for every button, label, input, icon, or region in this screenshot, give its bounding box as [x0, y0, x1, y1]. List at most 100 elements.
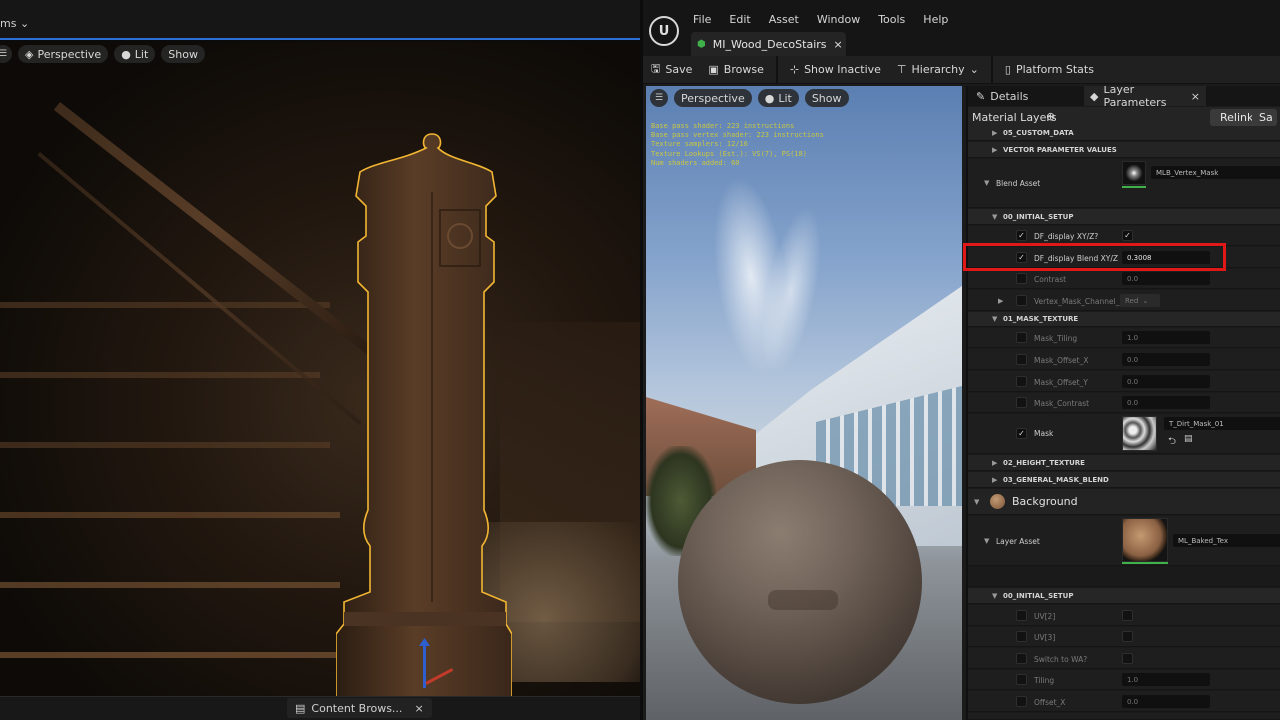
menu-help[interactable]: Help: [923, 13, 948, 26]
mask-offset-y-input[interactable]: 0.0: [1122, 375, 1210, 388]
mask-tiling-input[interactable]: 1.0: [1122, 331, 1210, 344]
material-instance-icon: ⬢: [697, 38, 706, 50]
asset-tab[interactable]: ⬢ MI_Wood_DecoStairs ×: [691, 32, 846, 56]
newel-post-selected[interactable]: [336, 132, 512, 696]
mask-texture-picker[interactable]: T_Dirt_Mask_01: [1164, 417, 1280, 430]
mask-offset-x-input[interactable]: 0.0: [1122, 353, 1210, 366]
override-checkbox[interactable]: [1016, 295, 1027, 306]
category-mask-texture[interactable]: ▼ 01_MASK_TEXTURE: [968, 312, 1280, 327]
use-selected-icon[interactable]: ⮌: [1168, 434, 1176, 451]
chevron-down-icon: ▼: [992, 213, 998, 221]
close-icon[interactable]: ×: [1191, 90, 1200, 103]
browse-button[interactable]: ▣ Browse: [700, 56, 771, 84]
override-checkbox[interactable]: [1016, 631, 1027, 642]
viewport-menu-button[interactable]: ☰: [0, 45, 12, 63]
folder-icon: ▤: [295, 701, 306, 715]
preview-lit-button[interactable]: ● Lit: [757, 89, 799, 107]
viewport-menu-fragment[interactable]: ms ⌄: [0, 17, 29, 30]
channel-dropdown[interactable]: Red ⌄: [1120, 294, 1160, 307]
param-row-mask-contrast: Mask_Contrast 0.0: [968, 393, 1280, 413]
browse-asset-icon[interactable]: ▤: [1184, 434, 1193, 444]
blend-asset-picker[interactable]: MLB_Vertex_Mask: [1151, 166, 1280, 179]
level-viewport[interactable]: ms ⌄ ☰ ◈ Perspective ● Lit Show ▤ Conten…: [0, 0, 640, 720]
show-button[interactable]: Show: [161, 45, 205, 63]
tab-details[interactable]: ✎ Details: [970, 86, 1034, 106]
material-preview-viewport[interactable]: Base pass shader: 223 instructions Base …: [646, 86, 962, 720]
layer-asset-picker[interactable]: ML_Baked_Tex: [1173, 534, 1280, 547]
uv2-checkbox[interactable]: [1122, 610, 1133, 621]
menu-file[interactable]: File: [693, 13, 711, 26]
blend-asset-thumbnail[interactable]: [1122, 161, 1146, 185]
toolbar-divider: [775, 55, 778, 84]
switch-wa-checkbox[interactable]: [1122, 653, 1133, 664]
level-scene[interactable]: [0, 42, 640, 696]
df-display-checkbox[interactable]: ✓: [1122, 230, 1133, 241]
menu-tools[interactable]: Tools: [878, 13, 905, 26]
override-checkbox[interactable]: [1016, 610, 1027, 621]
override-checkbox[interactable]: [1016, 376, 1027, 387]
uv3-checkbox[interactable]: [1122, 631, 1133, 642]
menu-asset[interactable]: Asset: [769, 13, 799, 26]
add-layer-icon[interactable]: ⊕: [1046, 110, 1055, 123]
content-browser-tab[interactable]: ▤ Content Brows... ×: [287, 698, 432, 718]
category-height-texture[interactable]: ▶ 02_HEIGHT_TEXTURE: [968, 455, 1280, 471]
tab-layer-parameters[interactable]: ◆ Layer Parameters ×: [1084, 86, 1206, 109]
lit-button[interactable]: ● Lit: [114, 45, 156, 63]
perspective-button[interactable]: ◈ Perspective: [18, 45, 109, 63]
override-checkbox[interactable]: [1016, 696, 1027, 707]
show-inactive-button[interactable]: ⊹ Show Inactive: [782, 56, 889, 84]
chevron-down-icon: ⌄: [19, 17, 30, 30]
contrast-value-input[interactable]: 0.0: [1122, 272, 1210, 285]
chevron-down-icon[interactable]: ▼: [984, 537, 989, 545]
chevron-down-icon[interactable]: ▼: [984, 179, 989, 187]
override-checkbox[interactable]: ✓: [1016, 428, 1027, 439]
close-icon[interactable]: ×: [414, 702, 423, 715]
override-checkbox[interactable]: [1016, 397, 1027, 408]
offset-x-input[interactable]: 0.0: [1122, 695, 1210, 708]
viewport-toolbar: ☰ ◈ Perspective ● Lit Show: [0, 45, 205, 63]
preview-perspective-button[interactable]: Perspective: [674, 89, 752, 107]
preview-menu-button[interactable]: ☰: [650, 89, 668, 107]
menu-window[interactable]: Window: [817, 13, 860, 26]
save-child-button[interactable]: Sa: [1252, 109, 1277, 126]
category-initial-setup[interactable]: ▼ 00_INITIAL_SETUP: [968, 209, 1280, 225]
layer-asset-thumbnail[interactable]: [1122, 518, 1168, 562]
cube-icon: ◈: [25, 47, 34, 61]
lit-sphere-icon: ●: [764, 91, 775, 105]
stair-handrail: [53, 102, 376, 357]
mask-contrast-input[interactable]: 0.0: [1122, 396, 1210, 409]
save-button[interactable]: 🖫 Save: [643, 56, 700, 84]
save-icon: 🖫: [651, 62, 661, 75]
category-general-mask-blend[interactable]: ▶ 03_GENERAL_MASK_BLEND: [968, 472, 1280, 488]
menu-edit[interactable]: Edit: [729, 13, 750, 26]
override-checkbox[interactable]: [1016, 653, 1027, 664]
unreal-logo-icon[interactable]: U: [649, 16, 679, 46]
override-checkbox[interactable]: [1016, 674, 1027, 685]
override-checkbox[interactable]: [1016, 354, 1027, 365]
category-initial-setup-2[interactable]: ▼ 00_INITIAL_SETUP: [968, 588, 1280, 604]
override-checkbox[interactable]: ✓: [1016, 230, 1027, 241]
hierarchy-button[interactable]: ⊤ Hierarchy ⌄: [889, 56, 987, 84]
chevron-down-icon: ⌄: [969, 63, 979, 76]
chevron-down-icon: ▼: [974, 498, 980, 506]
viewport-top-bar: ms ⌄: [0, 0, 640, 40]
override-checkbox[interactable]: [1016, 332, 1027, 343]
param-row-mask-tiling: Mask_Tiling 1.0: [968, 328, 1280, 348]
background-layer-header[interactable]: ▼ Background: [968, 489, 1280, 515]
nodes-icon: ⊹: [789, 63, 800, 76]
annotation-highlight-box: [963, 243, 1226, 271]
chevron-down-icon: ▼: [992, 315, 998, 323]
close-icon[interactable]: ×: [834, 38, 843, 51]
preview-show-button[interactable]: Show: [804, 89, 849, 107]
platform-stats-button[interactable]: ▯ Platform Stats: [997, 56, 1102, 84]
tiling-input[interactable]: 1.0: [1122, 673, 1210, 686]
param-row-mask-offset-x: Mask_Offset_X 0.0: [968, 349, 1280, 370]
preview-sphere: [678, 460, 922, 704]
override-checkbox[interactable]: [1016, 273, 1027, 284]
mask-texture-thumbnail[interactable]: [1122, 416, 1157, 451]
chevron-right-icon[interactable]: ▶: [998, 297, 1003, 305]
category-custom-data[interactable]: ▶ 05_CUSTOM_DATA: [968, 126, 1280, 141]
category-vector-params[interactable]: ▶ VECTOR PARAMETER VALUES: [968, 142, 1280, 158]
stair-step: [0, 582, 340, 588]
asset-color-strip: [1122, 186, 1146, 188]
